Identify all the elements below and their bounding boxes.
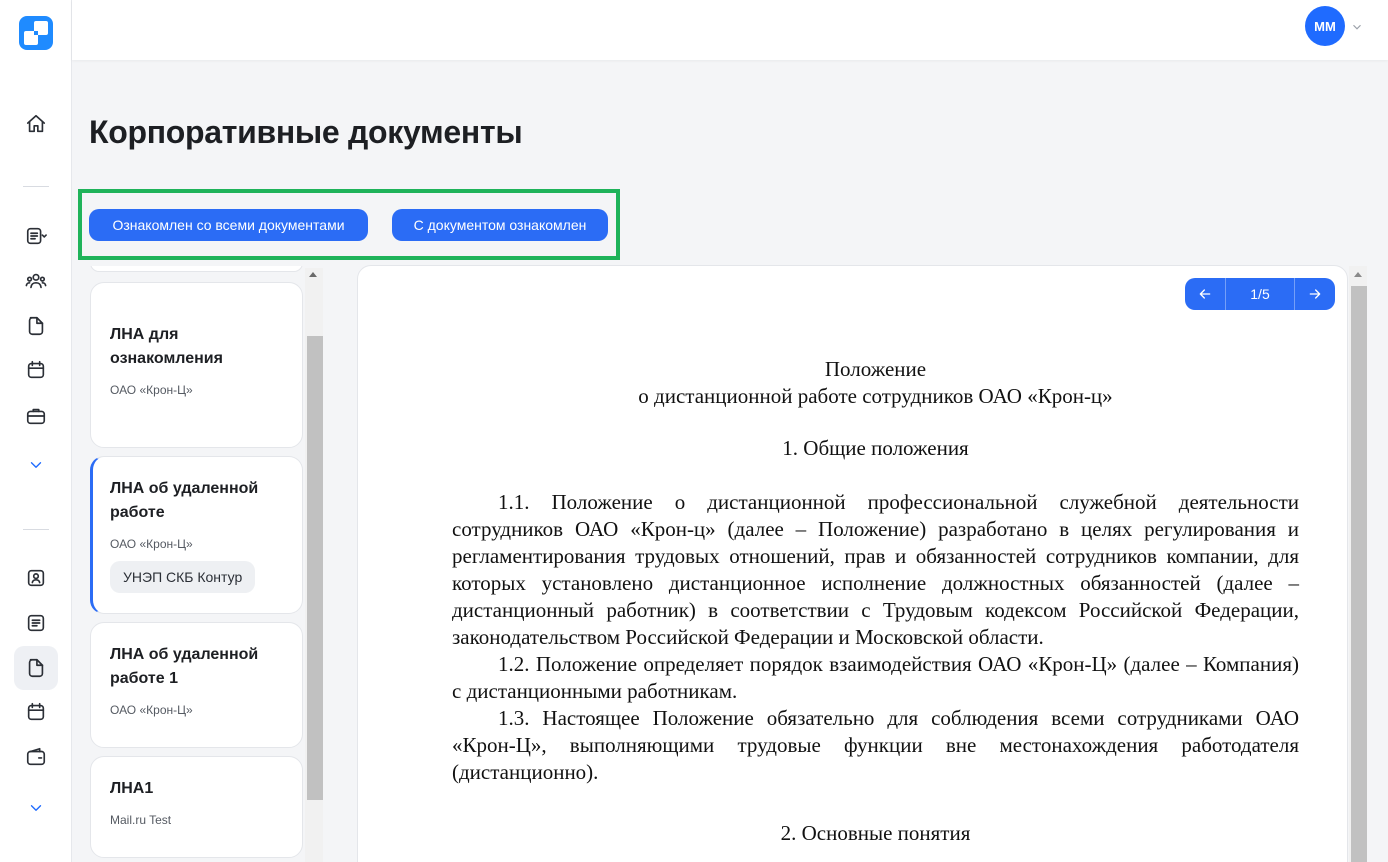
list-scrollbar-thumb[interactable] bbox=[307, 336, 323, 800]
top-bar bbox=[72, 0, 1388, 60]
list-item[interactable]: ЛНА для ознакомления ОАО «Крон-Ц» bbox=[90, 282, 303, 448]
viewer-scroll-up-arrow[interactable] bbox=[1354, 272, 1362, 277]
previous-page-button[interactable] bbox=[1185, 278, 1225, 310]
document-subtitle-line: о дистанционной работе сотрудников ОАО «… bbox=[638, 384, 1113, 408]
next-page-button[interactable] bbox=[1295, 278, 1335, 310]
sidebar-item-files[interactable] bbox=[14, 304, 58, 348]
sidebar bbox=[0, 0, 72, 862]
avatar[interactable]: ММ bbox=[1305, 6, 1345, 46]
documents-menu-icon bbox=[26, 227, 47, 245]
account-menu-button[interactable] bbox=[1350, 19, 1364, 33]
document-title: ЛНА об удаленной работе bbox=[110, 480, 259, 521]
file-icon bbox=[28, 658, 44, 678]
document-org: ОАО «Крон-Ц» bbox=[110, 383, 193, 397]
wallet-icon bbox=[26, 747, 46, 766]
list-scroll-up-arrow[interactable] bbox=[309, 272, 317, 277]
app-root: ММ Корпоративные документы Ознакомлен со… bbox=[0, 0, 1388, 862]
calendar-icon bbox=[27, 702, 45, 721]
viewer-scrollbar-thumb[interactable] bbox=[1351, 286, 1367, 862]
sidebar-item-list[interactable] bbox=[14, 601, 58, 645]
page-indicator: 1/5 bbox=[1225, 278, 1295, 310]
list-icon bbox=[27, 614, 45, 632]
acknowledge-document-button[interactable]: С документом ознакомлен bbox=[392, 209, 608, 241]
document-org: ОАО «Крон-Ц» bbox=[110, 703, 193, 717]
document-title-line: Положение bbox=[824, 357, 927, 381]
page-navigator: 1/5 bbox=[1185, 278, 1335, 310]
list-item[interactable]: ЛНА об удаленной работе 1 ОАО «Крон-Ц» bbox=[90, 622, 303, 748]
arrow-left-icon bbox=[1199, 289, 1211, 299]
list-item[interactable] bbox=[90, 266, 303, 272]
list-item[interactable]: ЛНА об удаленной работе ОАО «Крон-Ц» УНЭ… bbox=[90, 456, 303, 614]
document-paragraph: 1.1. Положение о дистанционной профессио… bbox=[452, 490, 1299, 649]
chevron-down-icon bbox=[30, 462, 42, 468]
calendar-icon bbox=[27, 360, 45, 379]
document-title: ЛНА для ознакомления bbox=[110, 326, 223, 367]
chevron-down-icon bbox=[30, 805, 42, 811]
home-icon bbox=[26, 114, 46, 133]
document-paragraph: 1.3. Настоящее Положение обязательно для… bbox=[452, 706, 1299, 784]
document-content: Положение о дистанционной работе сотрудн… bbox=[452, 356, 1299, 847]
document-title: ЛНА1 bbox=[110, 780, 154, 797]
sidebar-divider bbox=[23, 529, 49, 530]
sidebar-item-documents-menu[interactable] bbox=[14, 214, 58, 258]
sidebar-item-team[interactable] bbox=[14, 259, 58, 303]
section-heading: 1. Общие положения bbox=[782, 436, 969, 460]
profile-icon bbox=[27, 569, 45, 587]
sidebar-expand-button[interactable] bbox=[14, 443, 58, 487]
sidebar-item-home[interactable] bbox=[14, 102, 58, 146]
sidebar-expand-button[interactable] bbox=[14, 786, 58, 830]
document-org: ОАО «Крон-Ц» bbox=[110, 537, 193, 551]
section-heading: 2. Основные понятия bbox=[780, 821, 971, 845]
signature-badge: УНЭП СКБ Контур bbox=[110, 561, 256, 593]
document-org: Mail.ru Test bbox=[110, 813, 172, 827]
sidebar-item-schedule[interactable] bbox=[14, 690, 58, 734]
briefcase-icon bbox=[26, 408, 46, 425]
list-item[interactable]: ЛНА1 Mail.ru Test bbox=[90, 756, 303, 858]
arrow-right-icon bbox=[1309, 289, 1321, 299]
sidebar-item-work[interactable] bbox=[14, 394, 58, 438]
sidebar-item-profile[interactable] bbox=[14, 556, 58, 600]
file-icon bbox=[28, 316, 44, 336]
document-list[interactable]: ЛНА для ознакомления ОАО «Крон-Ц» ЛНА об… bbox=[80, 266, 325, 862]
sidebar-item-calendar[interactable] bbox=[14, 348, 58, 392]
document-paragraph: 1.2. Положение определяет порядок взаимо… bbox=[452, 652, 1299, 703]
sidebar-item-corporate-documents[interactable] bbox=[14, 646, 58, 690]
app-logo-icon[interactable] bbox=[19, 16, 53, 50]
team-icon bbox=[25, 273, 47, 289]
document-title: ЛНА об удаленной работе 1 bbox=[110, 646, 259, 687]
sidebar-item-wallet[interactable] bbox=[14, 735, 58, 779]
page-title: Корпоративные документы bbox=[89, 114, 523, 150]
acknowledge-all-button[interactable]: Ознакомлен со всеми документами bbox=[89, 209, 368, 241]
sidebar-divider bbox=[23, 186, 49, 187]
chevron-down-icon bbox=[1353, 24, 1361, 30]
